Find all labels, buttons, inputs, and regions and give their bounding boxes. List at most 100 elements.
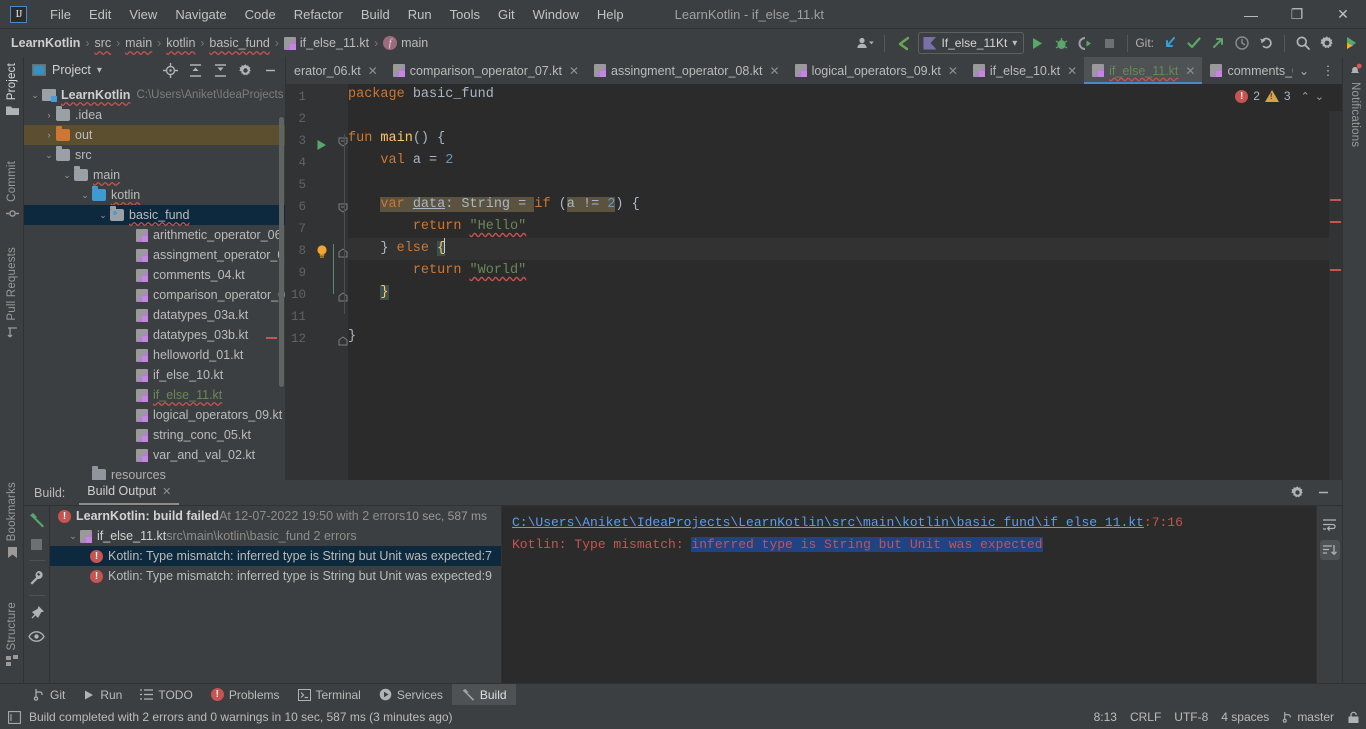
close-icon[interactable]: ✕ (948, 64, 958, 78)
stop-icon[interactable] (30, 538, 43, 551)
run-gutter-icon[interactable] (316, 139, 327, 151)
sidebar-item-bookmarks[interactable]: Bookmarks (0, 482, 24, 559)
build-tree-row-file[interactable]: ⌄ if_else_11.kt src\main\kotlin\basic_fu… (50, 526, 501, 546)
error-stripe-gutter[interactable] (1329, 111, 1342, 507)
hide-icon[interactable] (1312, 482, 1334, 504)
tree-row-string-conc-05[interactable]: string_conc_05.kt (24, 425, 285, 445)
eye-icon[interactable] (28, 630, 45, 643)
scroll-to-end-icon[interactable] (1319, 540, 1340, 560)
tree-twisty[interactable]: ⌄ (78, 190, 92, 201)
chevron-down-icon[interactable]: ⌄ (1293, 60, 1315, 82)
tree-row-idea[interactable]: › .idea (24, 105, 285, 125)
close-icon[interactable]: ✕ (162, 485, 171, 498)
breadcrumb-file[interactable]: if_else_11.kt (281, 34, 372, 52)
close-icon[interactable]: ✕ (770, 64, 780, 78)
tree-row-kotlin[interactable]: ⌄ kotlin (24, 185, 285, 205)
pin-icon[interactable] (29, 605, 45, 621)
error-stripe-mark[interactable] (1330, 269, 1341, 271)
tool-tab-todo[interactable]: TODO (131, 684, 201, 706)
tree-row-resources[interactable]: resources (24, 465, 285, 480)
search-everywhere-icon[interactable] (1292, 32, 1314, 54)
lock-icon[interactable] (1347, 711, 1360, 724)
tab-if-else-10[interactable]: if_else_10.kt ✕ (965, 57, 1084, 84)
expand-all-icon[interactable] (184, 59, 206, 81)
tree-row-main[interactable]: ⌄ main (24, 165, 285, 185)
breadcrumb-learnkotlin[interactable]: LearnKotlin (8, 34, 83, 52)
sidebar-item-pull-requests[interactable]: Pull Requests (0, 247, 24, 339)
next-problem-icon[interactable]: ⌄ (1315, 90, 1324, 103)
tab-build-output[interactable]: Build Output ✕ (79, 480, 180, 505)
tool-tab-run[interactable]: Run (74, 684, 131, 706)
tree-twisty[interactable]: ⌄ (28, 90, 42, 101)
close-icon[interactable]: ✕ (569, 64, 579, 78)
indent-setting[interactable]: 4 spaces (1221, 710, 1269, 724)
editor-gutter[interactable]: 1 2 3 4 5 6 7 8 9 10 11 12 (286, 84, 348, 480)
menu-view[interactable]: View (120, 3, 166, 26)
code-editor[interactable]: 1 2 3 4 5 6 7 8 9 10 11 12 package basic… (286, 84, 1342, 507)
tree-row-if-else-11[interactable]: if_else_11.kt (24, 385, 285, 405)
tool-tab-build[interactable]: Build (451, 683, 516, 706)
tool-tab-services[interactable]: Services (370, 684, 452, 706)
fold-end-icon[interactable] (338, 336, 348, 346)
caret-position[interactable]: 8:13 (1094, 710, 1117, 724)
menu-run[interactable]: Run (399, 3, 441, 26)
tab-arithmetic-operator-06[interactable]: erator_06.kt ✕ (286, 57, 385, 84)
tree-twisty[interactable]: › (42, 130, 56, 140)
menu-file[interactable]: File (41, 3, 80, 26)
tree-row-arithmetic-operator-06[interactable]: arithmetic_operator_06.k (24, 225, 285, 245)
code-text[interactable]: package basic_fund fun main() { val a = … (348, 84, 1342, 480)
tree-row-datatypes-03b[interactable]: datatypes_03b.kt (24, 325, 285, 345)
git-update-icon[interactable] (1159, 32, 1181, 54)
console-file-link[interactable]: C:\Users\Aniket\IdeaProjects\LearnKotlin… (512, 515, 1144, 530)
tree-row-datatypes-03a[interactable]: datatypes_03a.kt (24, 305, 285, 325)
tree-twisty[interactable]: › (42, 110, 56, 120)
tree-row-learnkotlin[interactable]: ⌄ LearnKotlin C:\Users\Aniket\IdeaProjec… (24, 85, 285, 105)
hide-icon[interactable] (259, 59, 281, 81)
tree-twisty[interactable]: ⌄ (96, 210, 110, 221)
tree-twisty[interactable]: ⌄ (42, 150, 56, 161)
tab-comparison-operator-07[interactable]: comparison_operator_07.kt ✕ (385, 57, 586, 84)
build-output-tree[interactable]: ! LearnKotlin: build failed At 12-07-202… (50, 506, 502, 686)
soft-wrap-icon[interactable] (1320, 514, 1340, 534)
tree-row-logical-operators-09[interactable]: logical_operators_09.kt (24, 405, 285, 425)
sidebar-item-commit[interactable]: Commit (0, 161, 24, 220)
menu-edit[interactable]: Edit (80, 3, 120, 26)
tree-row-if-else-10[interactable]: if_else_10.kt (24, 365, 285, 385)
settings-icon[interactable] (234, 59, 256, 81)
fold-region-icon[interactable] (338, 203, 348, 213)
fold-region-icon[interactable] (338, 137, 348, 147)
tree-twisty[interactable]: ⌄ (60, 170, 74, 181)
maximize-button[interactable]: ❐ (1274, 0, 1320, 29)
chevron-down-icon[interactable]: ▾ (97, 65, 102, 76)
debug-icon[interactable] (1050, 32, 1072, 54)
build-tree-row-summary[interactable]: ! LearnKotlin: build failed At 12-07-202… (50, 506, 501, 526)
tree-row-comments-04[interactable]: comments_04.kt (24, 265, 285, 285)
menu-tools[interactable]: Tools (441, 3, 489, 26)
error-stripe-mark[interactable] (1330, 199, 1341, 201)
menu-build[interactable]: Build (352, 3, 399, 26)
tab-assingment-operator-08[interactable]: assingment_operator_08.kt ✕ (586, 57, 787, 84)
tool-tab-git[interactable]: Git (24, 684, 74, 706)
run-with-coverage-icon[interactable] (1074, 32, 1096, 54)
build-tree-row-error-1[interactable]: ! Kotlin: Type mismatch: inferred type i… (50, 546, 501, 566)
minimize-button[interactable]: — (1228, 0, 1274, 29)
tree-row-basic-fund[interactable]: ⌄ basic_fund (24, 205, 285, 225)
tree-twisty[interactable]: ⌄ (66, 531, 80, 542)
profile-icon[interactable] (853, 32, 877, 54)
close-icon[interactable]: ✕ (368, 64, 378, 78)
git-push-icon[interactable] (1207, 32, 1229, 54)
previous-problem-icon[interactable]: ⌃ (1301, 90, 1310, 103)
stop-icon[interactable] (1098, 32, 1120, 54)
tool-tab-terminal[interactable]: Terminal (289, 684, 370, 706)
build-console[interactable]: C:\Users\Aniket\IdeaProjects\LearnKotlin… (502, 506, 1342, 686)
menu-help[interactable]: Help (588, 3, 633, 26)
settings-icon[interactable] (1286, 482, 1308, 504)
run-icon[interactable] (1026, 32, 1048, 54)
ide-feature-icon[interactable] (1340, 32, 1362, 54)
sidebar-item-project[interactable]: Project (0, 63, 24, 116)
close-button[interactable]: ✕ (1320, 0, 1366, 29)
rollback-icon[interactable] (1255, 32, 1277, 54)
inspection-widget[interactable]: ! 2 3 ⌃ ⌄ (1235, 89, 1324, 103)
tab-if-else-11[interactable]: if_else_11.kt ✕ (1084, 57, 1203, 84)
settings-icon[interactable] (1316, 32, 1338, 54)
